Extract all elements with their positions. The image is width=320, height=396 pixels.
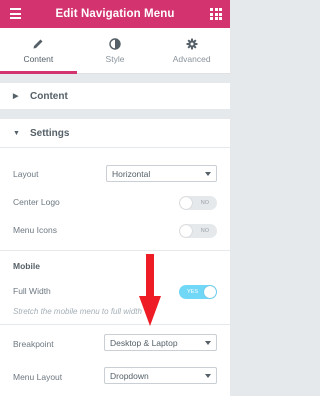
full-width-help: Stretch the mobile menu to full width: [13, 306, 142, 316]
panel-tabs: Content Style Advanced: [0, 28, 230, 74]
center-logo-toggle[interactable]: NO: [179, 196, 217, 210]
tab-style-label: Style: [105, 54, 125, 64]
tab-advanced[interactable]: Advanced: [153, 28, 230, 73]
menu-icons-label: Menu Icons: [13, 225, 57, 235]
tab-advanced-label: Advanced: [172, 54, 211, 64]
settings-panel: Layout Horizontal Center Logo NO Menu Ic…: [0, 148, 230, 396]
gear-icon: [186, 37, 198, 51]
caret-right-icon: ▶: [13, 93, 19, 100]
breakpoint-value: Desktop & Laptop: [110, 337, 178, 348]
layout-label: Layout: [13, 168, 39, 179]
toggle-knob: [204, 286, 216, 298]
toggle-text: YES: [187, 289, 199, 295]
hamburger-icon[interactable]: [10, 8, 21, 19]
chevron-down-icon: [205, 374, 211, 378]
contrast-icon: [109, 37, 121, 51]
section-content[interactable]: ▶ Content: [0, 83, 230, 110]
caret-down-icon: ▼: [13, 129, 20, 137]
apps-grid-icon[interactable]: [210, 8, 222, 20]
editor-header: Edit Navigation Menu: [0, 0, 230, 28]
full-width-toggle[interactable]: YES: [179, 285, 217, 299]
section-settings[interactable]: ▼ Settings: [0, 119, 230, 148]
chevron-down-icon: [205, 341, 211, 345]
annotation-arrow-icon: [139, 254, 161, 326]
panel-title: Edit Navigation Menu: [55, 8, 175, 20]
center-logo-label: Center Logo: [13, 197, 60, 207]
toggle-text: NO: [200, 200, 209, 206]
full-width-label: Full Width: [13, 286, 51, 296]
menu-layout-select[interactable]: Dropdown: [104, 367, 217, 384]
layout-value: Horizontal: [112, 168, 151, 179]
toggle-knob: [180, 225, 192, 237]
chevron-down-icon: [205, 172, 211, 176]
divider: [0, 324, 230, 325]
tab-content[interactable]: Content: [0, 28, 77, 74]
layout-select[interactable]: Horizontal: [106, 165, 217, 182]
menu-icons-toggle[interactable]: NO: [179, 224, 217, 238]
divider: [0, 250, 230, 251]
section-content-title: Content: [30, 90, 68, 102]
menu-layout-value: Dropdown: [110, 370, 149, 381]
pencil-icon: [32, 37, 44, 51]
toggle-knob: [180, 197, 192, 209]
mobile-heading: Mobile: [13, 261, 40, 271]
tab-style[interactable]: Style: [77, 28, 154, 73]
section-settings-title: Settings: [30, 127, 70, 139]
menu-layout-label: Menu Layout: [13, 371, 63, 382]
tab-content-label: Content: [23, 54, 54, 64]
toggle-text: NO: [200, 228, 209, 234]
breakpoint-label: Breakpoint: [13, 338, 54, 349]
mobile-heading-row: Mobile: [13, 259, 217, 273]
breakpoint-select[interactable]: Desktop & Laptop: [104, 334, 217, 351]
full-width-help-row: Stretch the mobile menu to full width: [13, 305, 230, 317]
